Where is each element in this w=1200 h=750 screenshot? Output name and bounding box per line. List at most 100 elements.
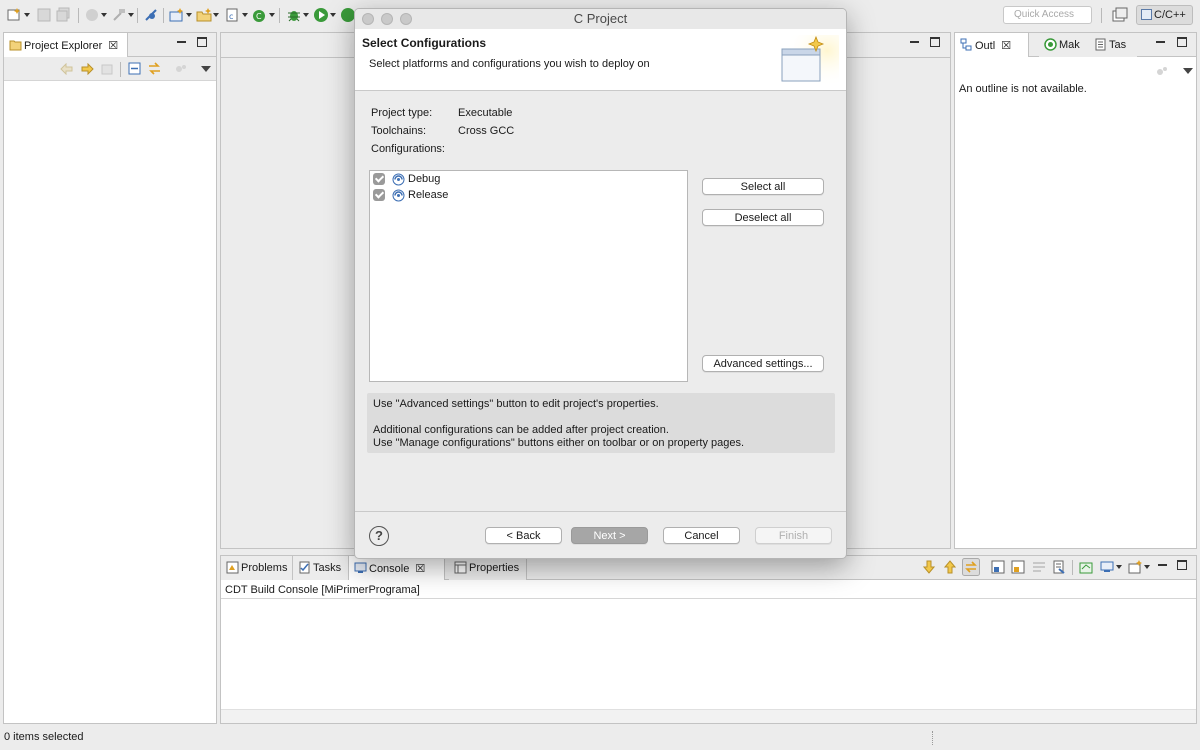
scroll-down-icon[interactable] xyxy=(923,560,935,574)
toolbar-separator xyxy=(279,8,280,23)
maximize-icon[interactable] xyxy=(1177,37,1187,47)
minimize-window-button[interactable] xyxy=(381,13,393,25)
svg-text:c: c xyxy=(229,12,233,21)
minimize-icon[interactable] xyxy=(177,41,186,43)
new-icon[interactable] xyxy=(6,7,22,23)
new-source-file-icon[interactable]: c xyxy=(225,7,241,23)
tab-label: Mak xyxy=(1059,39,1080,51)
run-icon[interactable] xyxy=(313,7,329,23)
collapse-all-icon[interactable] xyxy=(128,62,141,75)
perspective-label: C/C++ xyxy=(1154,9,1186,21)
run-dropdown-icon[interactable] xyxy=(330,13,336,17)
select-all-button[interactable]: Select all xyxy=(702,178,824,195)
word-wrap-icon xyxy=(1033,562,1045,572)
tab-task-list[interactable]: Tas xyxy=(1089,33,1137,57)
close-window-button[interactable] xyxy=(362,13,374,25)
dialog-title: C Project xyxy=(573,11,628,26)
perspective-cc-button[interactable]: C/C++ xyxy=(1136,5,1193,25)
new-class-dropdown-icon[interactable] xyxy=(269,13,275,17)
debug-dropdown-icon[interactable] xyxy=(303,13,309,17)
scroll-up-icon[interactable] xyxy=(944,560,956,574)
view-menu-icon[interactable] xyxy=(201,66,211,72)
new-folder-dropdown-icon[interactable] xyxy=(213,13,219,17)
new-class-icon[interactable]: C xyxy=(252,7,268,23)
console-title: CDT Build Console [MiPrimerPrograma] xyxy=(225,584,420,596)
toolbar-separator xyxy=(163,8,164,23)
console-output-area[interactable] xyxy=(221,599,1196,709)
quick-access-input[interactable]: Quick Access xyxy=(1003,6,1092,24)
note-line: Additional configurations can be added a… xyxy=(373,424,669,436)
display-console-dropdown-icon[interactable] xyxy=(1116,565,1122,569)
tab-problems[interactable]: Problems xyxy=(221,556,293,580)
project-explorer-view-toolbar xyxy=(4,57,216,81)
tab-project-explorer[interactable]: Project Explorer ☒ xyxy=(4,33,128,57)
tab-console[interactable]: Console ☒ xyxy=(349,556,445,580)
new-source-file-dropdown-icon[interactable] xyxy=(242,13,248,17)
save-all-icon xyxy=(56,7,70,22)
show-console-icon[interactable] xyxy=(991,560,1005,574)
release-checkbox[interactable] xyxy=(373,189,385,201)
dialog-titlebar[interactable]: C Project xyxy=(355,9,846,29)
build-config-dropdown-icon[interactable] xyxy=(101,13,107,17)
deselect-all-button[interactable]: Deselect all xyxy=(702,209,824,226)
clear-console-icon[interactable] xyxy=(1052,560,1066,574)
c-cpp-perspective-icon xyxy=(1141,9,1152,20)
display-console-icon[interactable] xyxy=(1100,560,1114,574)
open-console-icon[interactable] xyxy=(1079,560,1093,574)
debug-icon[interactable] xyxy=(286,7,302,23)
toolbar-separator xyxy=(137,8,138,23)
advanced-settings-button[interactable]: Advanced settings... xyxy=(702,355,824,372)
tab-make-target[interactable]: Mak xyxy=(1039,33,1089,57)
finish-button[interactable]: Finish xyxy=(755,527,832,544)
skip-breakpoints-icon[interactable] xyxy=(143,7,159,23)
new-c-project-dropdown-icon[interactable] xyxy=(186,13,192,17)
outline-empty-message: An outline is not available. xyxy=(959,83,1087,95)
tab-properties[interactable]: Properties xyxy=(449,556,527,580)
new-folder-icon[interactable] xyxy=(196,7,212,23)
console-horizontal-scrollbar[interactable] xyxy=(221,709,1196,723)
view-menu-icon[interactable] xyxy=(1183,68,1193,74)
close-icon[interactable]: ☒ xyxy=(108,40,118,52)
minimize-icon[interactable] xyxy=(1156,41,1165,43)
cancel-button[interactable]: Cancel xyxy=(663,527,740,544)
debug-checkbox[interactable] xyxy=(373,173,385,185)
pin-console-icon[interactable] xyxy=(1011,560,1025,574)
close-icon[interactable]: ☒ xyxy=(1001,40,1011,52)
close-icon[interactable]: ☒ xyxy=(415,563,425,575)
tab-label: Tasks xyxy=(313,562,342,574)
link-with-editor-icon[interactable] xyxy=(147,61,162,76)
minimize-icon[interactable] xyxy=(1158,564,1167,566)
project-type-value: Executable xyxy=(458,107,513,119)
help-button[interactable]: ? xyxy=(369,526,389,546)
console-header: Problems Tasks Console ☒ Properties xyxy=(221,556,1196,580)
tab-label: Tas xyxy=(1109,39,1127,51)
outline-header: Outl ☒ Mak Tas xyxy=(955,33,1196,57)
maximize-icon[interactable] xyxy=(930,37,940,47)
forward-arrow-icon[interactable] xyxy=(81,63,94,75)
new-c-project-icon[interactable] xyxy=(169,7,185,23)
outline-icon xyxy=(960,38,972,51)
new-console-icon[interactable] xyxy=(1128,560,1142,574)
project-type-label: Project type: xyxy=(371,107,433,119)
new-dropdown-icon[interactable] xyxy=(24,13,30,17)
tab-tasks[interactable]: Tasks xyxy=(293,556,349,580)
wizard-banner: Select Configurations Select platforms a… xyxy=(355,29,846,91)
scroll-lock-icon[interactable] xyxy=(962,558,980,576)
minimize-icon[interactable] xyxy=(910,41,919,43)
maximize-icon[interactable] xyxy=(197,37,207,47)
hammer-dropdown-icon[interactable] xyxy=(128,13,134,17)
tab-label: Console xyxy=(369,563,410,575)
open-perspective-icon[interactable] xyxy=(1111,6,1129,24)
wizard-subtitle: Select platforms and configurations you … xyxy=(369,58,650,70)
problems-icon xyxy=(226,561,239,574)
wizard-heading: Select Configurations xyxy=(362,36,487,50)
next-button[interactable]: Next > xyxy=(571,527,648,544)
save-icon xyxy=(37,8,51,22)
maximize-icon[interactable] xyxy=(1177,560,1187,570)
back-button[interactable]: < Back xyxy=(485,527,562,544)
toolbar-separator xyxy=(1072,560,1073,575)
tab-outline[interactable]: Outl ☒ xyxy=(955,33,1029,57)
new-console-dropdown-icon[interactable] xyxy=(1144,565,1150,569)
zoom-window-button[interactable] xyxy=(400,13,412,25)
status-bar: 0 items selected xyxy=(0,728,1200,750)
